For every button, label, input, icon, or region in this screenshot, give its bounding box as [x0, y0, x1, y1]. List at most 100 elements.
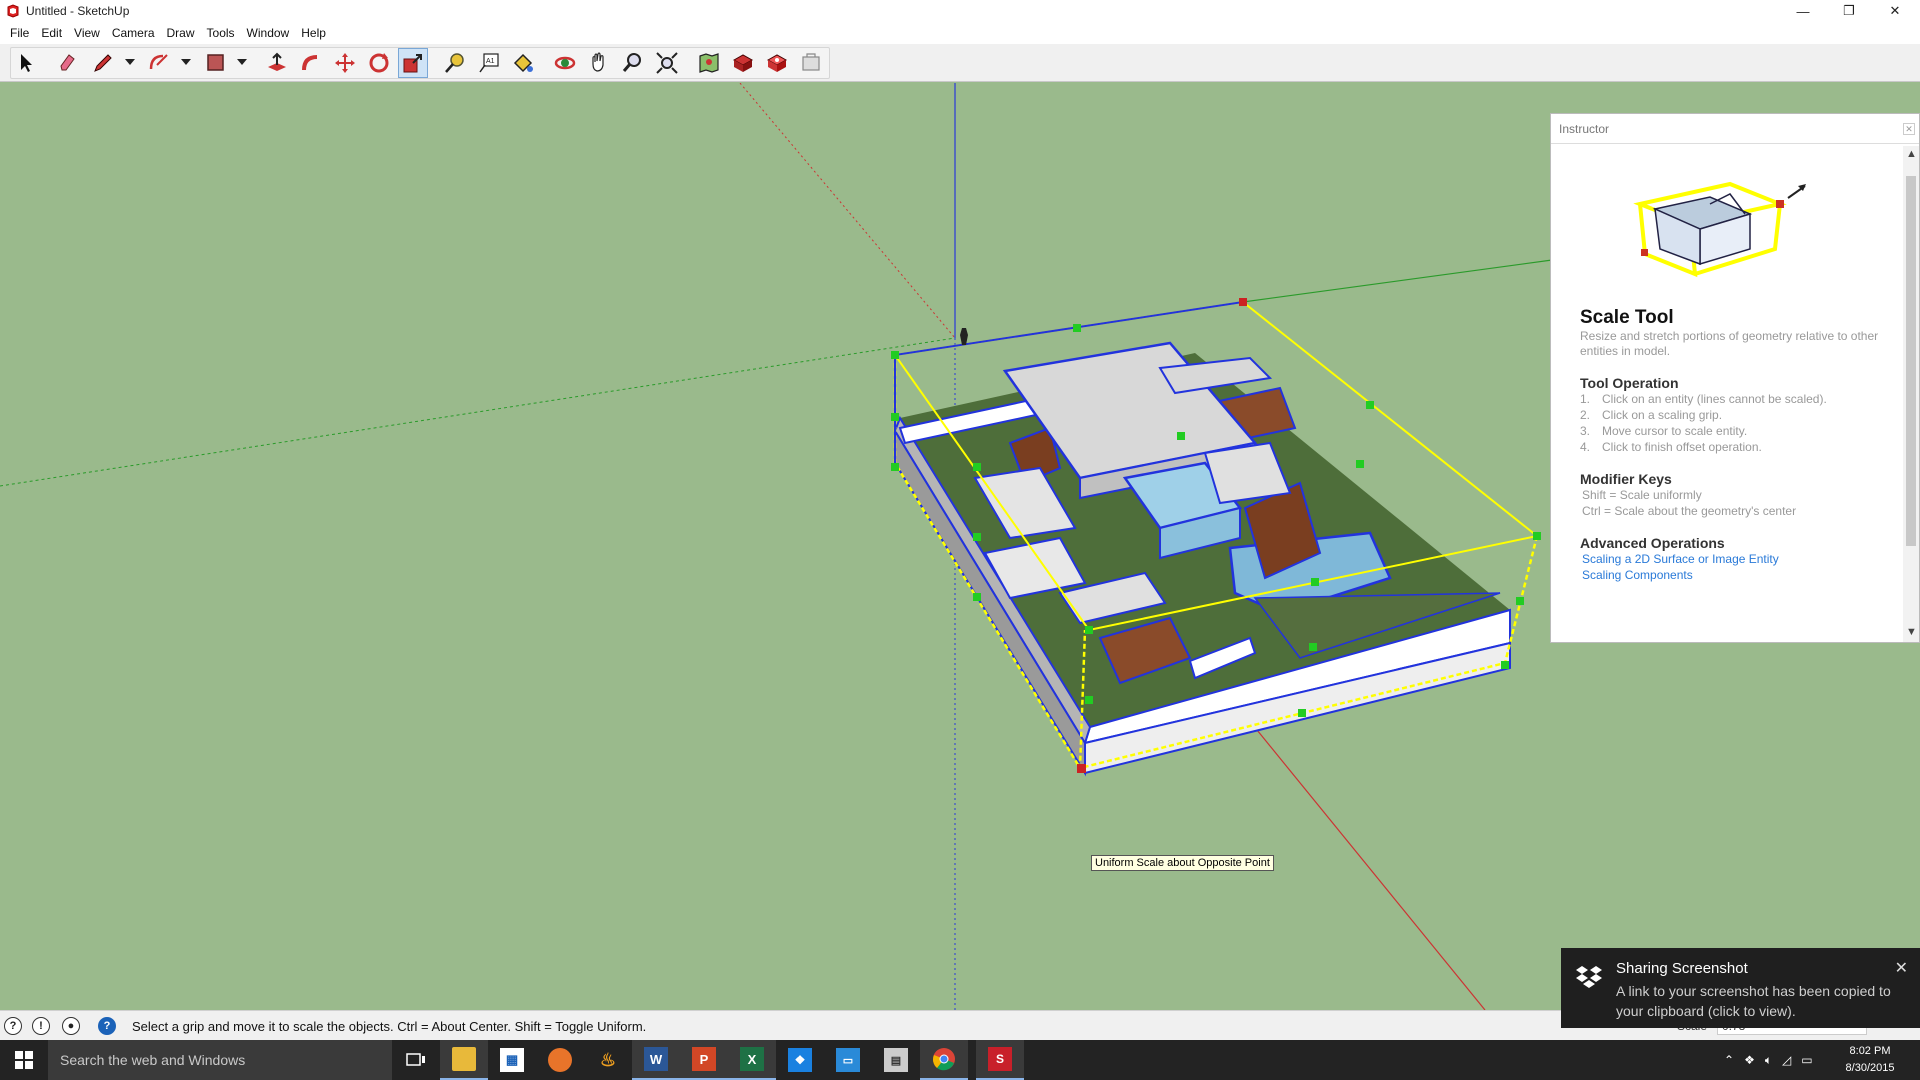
rotate-icon — [369, 53, 389, 73]
scale-grip[interactable] — [1533, 532, 1541, 540]
tape-measure-tool[interactable] — [440, 48, 470, 78]
remote-desktop-app[interactable]: ▭ — [824, 1040, 872, 1080]
notification-toast[interactable]: Sharing Screenshot A link to your screen… — [1561, 948, 1920, 1028]
close-icon[interactable]: ✕ — [1903, 123, 1915, 135]
scale-grip[interactable] — [1516, 597, 1524, 605]
instructor-scrollbar[interactable]: ▲ ▼ — [1903, 146, 1919, 642]
layout-send-tool[interactable] — [762, 48, 792, 78]
grey-app[interactable]: ▤ — [872, 1040, 920, 1080]
line-tool[interactable] — [88, 48, 118, 78]
scale-grip[interactable] — [1309, 643, 1317, 651]
scale-grip[interactable] — [1501, 661, 1509, 669]
select-tool[interactable] — [11, 48, 41, 78]
red-axis-line — [739, 83, 956, 339]
scale-tool[interactable] — [398, 48, 428, 78]
scroll-up-icon[interactable]: ▲ — [1906, 148, 1917, 160]
menu-tools[interactable]: Tools — [201, 22, 241, 44]
word-app[interactable]: W — [632, 1040, 680, 1080]
menu-window[interactable]: Window — [241, 22, 296, 44]
menu-camera[interactable]: Camera — [106, 22, 161, 44]
sketchup-app[interactable]: S — [976, 1040, 1024, 1080]
push-pull-tool[interactable] — [262, 48, 292, 78]
menu-edit[interactable]: Edit — [35, 22, 68, 44]
orange-app[interactable]: ♨ — [584, 1040, 632, 1080]
instructor-toggle-icon[interactable]: ? — [98, 1017, 116, 1035]
pan-tool[interactable] — [584, 48, 614, 78]
menu-file[interactable]: File — [4, 22, 35, 44]
arc-dropdown-arrow[interactable] — [181, 59, 191, 65]
scale-grip[interactable] — [973, 533, 981, 541]
scroll-thumb[interactable] — [1906, 176, 1916, 546]
dropbox-app[interactable]: ❖ — [776, 1040, 824, 1080]
sketchup-window: Untitled - SketchUp — ❐ ✕ File Edit View… — [0, 0, 1920, 1080]
scale-grip[interactable] — [1298, 709, 1306, 717]
zoom-extents-tool[interactable] — [652, 48, 682, 78]
menu-help[interactable]: Help — [295, 22, 332, 44]
follow-me-tool[interactable] — [296, 48, 326, 78]
scale-grip[interactable] — [891, 413, 899, 421]
action-center-icon[interactable]: ▭ — [1801, 1053, 1812, 1067]
dropbox-tray-icon[interactable]: ❖ — [1744, 1053, 1755, 1067]
minimize-button[interactable]: — — [1780, 0, 1826, 22]
credits-icon[interactable]: ! — [32, 1017, 50, 1035]
network-icon[interactable]: ◿ — [1782, 1053, 1791, 1067]
start-button[interactable] — [0, 1040, 48, 1080]
firefox-app[interactable] — [536, 1040, 584, 1080]
scale-grip[interactable] — [973, 463, 981, 471]
toast-close-button[interactable]: ✕ — [1895, 958, 1908, 978]
scale-grip-active[interactable] — [1239, 298, 1247, 306]
scale-grip[interactable] — [1085, 696, 1093, 704]
text-tool[interactable]: A1 — [474, 48, 504, 78]
rectangle-tool[interactable] — [201, 48, 231, 78]
scroll-down-icon[interactable]: ▼ — [1906, 626, 1917, 638]
rotate-tool[interactable] — [364, 48, 394, 78]
menu-view[interactable]: View — [68, 22, 106, 44]
3d-warehouse-tool[interactable] — [694, 48, 724, 78]
paint-bucket-tool[interactable] — [508, 48, 538, 78]
instructor-content[interactable]: Scale Tool Resize and stretch portions o… — [1552, 146, 1904, 642]
operation-heading: Tool Operation — [1580, 375, 1679, 391]
line-dropdown-arrow[interactable] — [125, 59, 135, 65]
shape-dropdown-arrow[interactable] — [237, 59, 247, 65]
geo-location-icon[interactable]: ? — [4, 1017, 22, 1035]
tray-expand-icon[interactable]: ⌃ — [1724, 1053, 1734, 1067]
zoom-tool[interactable] — [618, 48, 648, 78]
extension-manager-tool[interactable] — [796, 48, 826, 78]
scale-grip[interactable] — [891, 463, 899, 471]
powerpoint-app[interactable]: P — [680, 1040, 728, 1080]
scale-grip[interactable] — [1177, 432, 1185, 440]
orbit-tool[interactable] — [550, 48, 580, 78]
scale-tooltip: Uniform Scale about Opposite Point — [1091, 855, 1274, 871]
chrome-app[interactable] — [920, 1040, 968, 1080]
scale-grip-active[interactable] — [1077, 764, 1086, 773]
restore-button[interactable]: ❐ — [1826, 0, 1872, 22]
task-view-button[interactable] — [392, 1040, 440, 1080]
scale-grip[interactable] — [1311, 578, 1319, 586]
zoom-extents-icon — [656, 52, 678, 74]
user-icon[interactable]: ● — [62, 1017, 80, 1035]
move-tool[interactable] — [330, 48, 360, 78]
volume-icon[interactable]: 🔈︎ — [1765, 1053, 1772, 1068]
scale-grip[interactable] — [1366, 401, 1374, 409]
modifier-ctrl: Ctrl = Scale about the geometry's center — [1582, 504, 1797, 518]
extension-warehouse-tool[interactable] — [728, 48, 758, 78]
file-explorer-app[interactable] — [440, 1040, 488, 1080]
arc-tool[interactable] — [144, 48, 174, 78]
scale-grip[interactable] — [1073, 324, 1081, 332]
scale-grip[interactable] — [973, 593, 981, 601]
eraser-tool[interactable] — [52, 48, 82, 78]
taskbar-search[interactable]: Search the web and Windows — [48, 1040, 392, 1080]
scale-grip[interactable] — [891, 351, 899, 359]
taskbar-clock[interactable]: 8:02 PM 8/30/2015 — [1840, 1043, 1900, 1077]
scale-grip[interactable] — [1085, 626, 1093, 634]
menu-draw[interactable]: Draw — [161, 22, 201, 44]
advanced-link[interactable]: Scaling Components — [1580, 567, 1904, 583]
advanced-link[interactable]: Scaling a 2D Surface or Image Entity — [1580, 551, 1904, 567]
close-window-button[interactable]: ✕ — [1872, 0, 1918, 22]
scale-tool-illustration — [1633, 181, 1806, 278]
instructor-header-title: Instructor — [1559, 121, 1610, 136]
excel-app[interactable]: X — [728, 1040, 776, 1080]
scale-grip[interactable] — [1356, 460, 1364, 468]
store-app[interactable]: ▦ — [488, 1040, 536, 1080]
orbit-icon — [554, 56, 576, 70]
